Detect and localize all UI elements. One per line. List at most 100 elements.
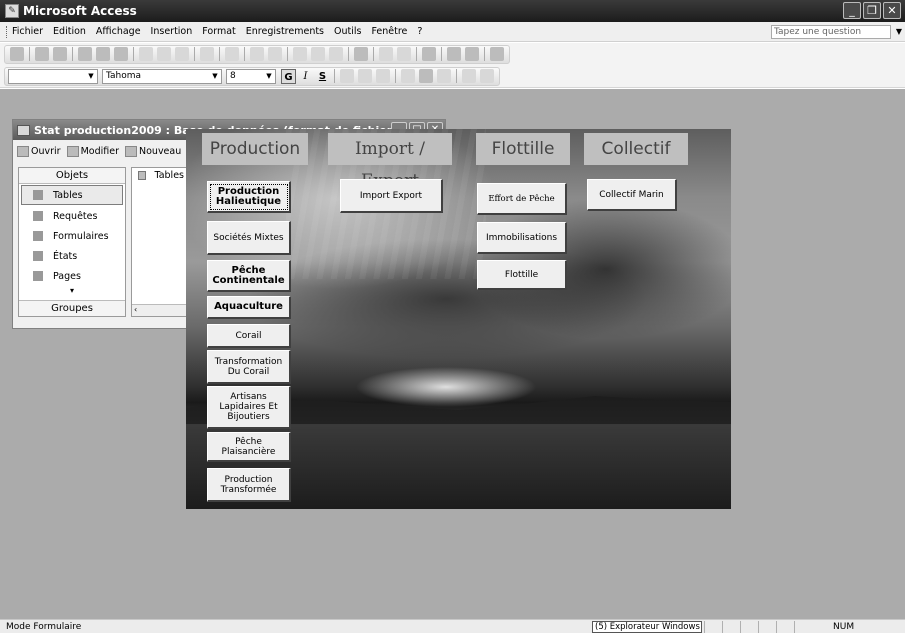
properties-icon[interactable]	[422, 47, 436, 61]
italic-button[interactable]: I	[298, 69, 313, 84]
new-object-icon[interactable]	[465, 47, 479, 61]
search-file-icon[interactable]	[53, 47, 67, 61]
main-menu-form: Production Import / Export Flottille Col…	[186, 129, 731, 509]
font-size-value: 8	[230, 70, 236, 81]
apply-filter-icon[interactable]	[329, 47, 343, 61]
fill-color-icon[interactable]	[401, 69, 415, 83]
align-left-icon[interactable]	[340, 69, 354, 83]
effort-de-peche-button[interactable]: Effort de Pêche	[477, 183, 567, 215]
open-label: Ouvrir	[31, 145, 61, 157]
restore-button[interactable]: ❐	[863, 2, 881, 19]
paste-icon[interactable]	[175, 47, 189, 61]
import-export-button[interactable]: Import Export	[340, 179, 443, 213]
font-combo[interactable]: Tahoma ▼	[102, 68, 222, 84]
menu-enregistrements[interactable]: Enregistrements	[246, 26, 324, 37]
menu-outils[interactable]: Outils	[334, 26, 361, 37]
status-num-lock: NUM	[833, 622, 855, 632]
menu-insertion[interactable]: Insertion	[151, 26, 193, 37]
sort-ascending-icon[interactable]	[250, 47, 264, 61]
close-button[interactable]: ✕	[883, 2, 901, 19]
societes-mixtes-button[interactable]: Sociétés Mixtes	[207, 221, 291, 255]
access-app: ✎ Microsoft Access _ ❐ ✕ Fichier Edition…	[0, 0, 905, 633]
aquaculture-button[interactable]: Aquaculture	[207, 296, 291, 319]
immobilisations-button[interactable]: Immobilisations	[477, 222, 567, 254]
chevron-down-icon[interactable]: ▼	[86, 71, 96, 82]
objects-header[interactable]: Objets	[19, 168, 125, 184]
query-icon	[33, 211, 43, 221]
bold-button[interactable]: G	[281, 68, 296, 84]
menu-format[interactable]: Format	[202, 26, 235, 37]
design-label: Modifier	[80, 145, 119, 157]
print-icon[interactable]	[78, 47, 92, 61]
more-objects-icon[interactable]: ▾	[19, 286, 125, 298]
peche-plaisanciere-button[interactable]: Pêche Plaisancière	[207, 432, 291, 462]
help-icon[interactable]	[490, 47, 504, 61]
menu-help[interactable]: ?	[417, 26, 422, 37]
menu-edition[interactable]: Edition	[53, 26, 86, 37]
print-preview-icon[interactable]	[96, 47, 110, 61]
object-item-label: États	[53, 250, 78, 262]
transformation-corail-button[interactable]: Transformation Du Corail	[207, 350, 291, 384]
menu-fenetre[interactable]: Fenêtre	[371, 26, 407, 37]
line-width-icon[interactable]	[462, 69, 476, 83]
open-button[interactable]: Ouvrir	[17, 145, 61, 157]
menu-affichage[interactable]: Affichage	[96, 26, 141, 37]
line-color-icon[interactable]	[437, 69, 451, 83]
new-button[interactable]: Nouveau	[125, 145, 182, 157]
undo-icon[interactable]	[200, 47, 214, 61]
filter-form-icon[interactable]	[311, 47, 325, 61]
horizontal-scrollbar[interactable]: ‹	[132, 304, 190, 316]
object-item-queries[interactable]: Requêtes	[19, 206, 125, 226]
view-icon[interactable]	[10, 47, 24, 61]
special-effect-icon[interactable]	[480, 69, 494, 83]
design-button[interactable]: Modifier	[66, 145, 119, 157]
new-icon	[125, 145, 137, 157]
report-icon	[33, 251, 43, 261]
flottille-button[interactable]: Flottille	[477, 260, 567, 290]
database-icon	[17, 124, 30, 136]
find-icon[interactable]	[354, 47, 368, 61]
underline-button[interactable]: S	[315, 69, 330, 84]
menu-fichier[interactable]: Fichier	[12, 26, 43, 37]
list-item[interactable]: Tables	[132, 168, 190, 183]
minimize-button[interactable]: _	[843, 2, 861, 19]
objects-panel: Objets Tables Requêtes Formulaires États…	[18, 167, 126, 317]
delete-record-icon[interactable]	[397, 47, 411, 61]
artisans-lapidaires-button[interactable]: Artisans Lapidaires Et Bijoutiers	[207, 386, 291, 429]
chevron-down-icon[interactable]: ▼	[210, 71, 220, 82]
groups-header[interactable]: Groupes	[19, 300, 125, 316]
title-bar: ✎ Microsoft Access _ ❐ ✕	[0, 0, 905, 22]
chevron-down-icon[interactable]: ▼	[264, 71, 274, 82]
ask-dropdown-icon[interactable]: ▼	[896, 27, 902, 36]
object-item-label: Formulaires	[53, 230, 109, 242]
cut-icon[interactable]	[139, 47, 153, 61]
object-item-tables[interactable]: Tables	[21, 185, 123, 205]
copy-icon[interactable]	[157, 47, 171, 61]
hyperlink-icon[interactable]	[225, 47, 239, 61]
peche-continentale-button[interactable]: Pêche Continentale	[207, 260, 291, 292]
filter-selection-icon[interactable]	[293, 47, 307, 61]
ask-question-input[interactable]: Tapez une question	[771, 25, 891, 39]
object-item-forms[interactable]: Formulaires	[19, 226, 125, 246]
font-color-icon[interactable]	[419, 69, 433, 83]
sort-descending-icon[interactable]	[268, 47, 282, 61]
align-right-icon[interactable]	[376, 69, 390, 83]
object-item-reports[interactable]: États	[19, 246, 125, 266]
new-label: Nouveau	[139, 145, 182, 157]
save-icon[interactable]	[35, 47, 49, 61]
object-item-pages[interactable]: Pages	[19, 266, 125, 286]
object-combo[interactable]: ▼	[8, 68, 98, 84]
spelling-icon[interactable]	[114, 47, 128, 61]
new-record-icon[interactable]	[379, 47, 393, 61]
corail-button[interactable]: Corail	[207, 324, 291, 348]
database-window-icon[interactable]	[447, 47, 461, 61]
production-halieutique-button[interactable]: Production Halieutique	[207, 181, 291, 213]
production-transformee-button[interactable]: Production Transformée	[207, 468, 291, 502]
category-flottille-label: Flottille	[476, 133, 570, 165]
table-icon	[138, 171, 147, 180]
category-production-label: Production	[202, 133, 308, 165]
align-center-icon[interactable]	[358, 69, 372, 83]
collectif-marin-button[interactable]: Collectif Marin	[587, 179, 677, 211]
page-icon	[33, 271, 43, 281]
font-size-combo[interactable]: 8 ▼	[226, 68, 276, 84]
